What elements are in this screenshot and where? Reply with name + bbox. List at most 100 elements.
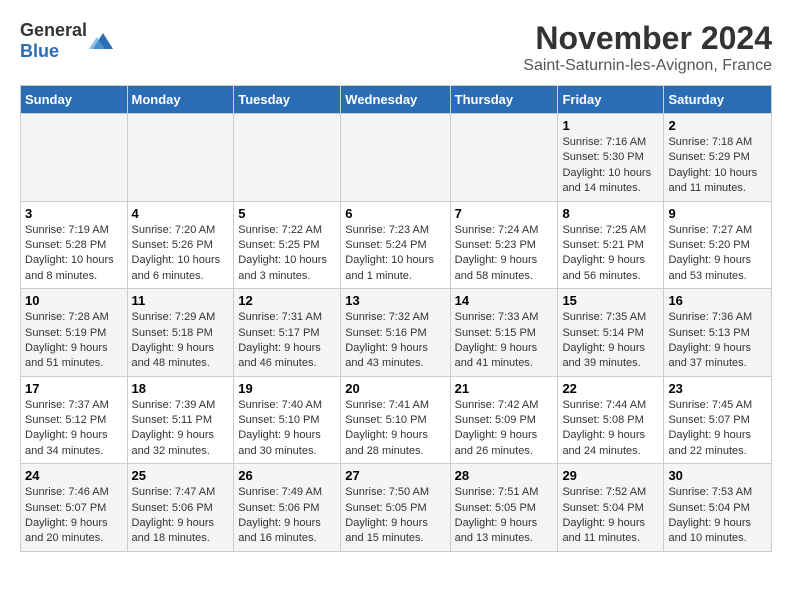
day-number: 7 xyxy=(455,206,554,221)
location-title: Saint-Saturnin-les-Avignon, France xyxy=(523,57,772,75)
day-info: Sunrise: 7:27 AM Sunset: 5:20 PM Dayligh… xyxy=(668,223,767,285)
weekday-header: Wednesday xyxy=(341,86,450,114)
weekday-header-row: SundayMondayTuesdayWednesdayThursdayFrid… xyxy=(21,86,772,114)
day-info: Sunrise: 7:23 AM Sunset: 5:24 PM Dayligh… xyxy=(345,223,445,285)
calendar-day-cell: 5Sunrise: 7:22 AM Sunset: 5:25 PM Daylig… xyxy=(234,201,341,289)
day-info: Sunrise: 7:53 AM Sunset: 5:04 PM Dayligh… xyxy=(668,485,767,547)
day-info: Sunrise: 7:41 AM Sunset: 5:10 PM Dayligh… xyxy=(345,398,445,460)
calendar-day-cell: 12Sunrise: 7:31 AM Sunset: 5:17 PM Dayli… xyxy=(234,289,341,377)
day-number: 18 xyxy=(132,381,230,396)
calendar-week-row: 17 Sunrise: 7:37 AM Sunset: 5:12 PM Dayli… xyxy=(21,376,772,464)
day-number: 22 xyxy=(562,381,659,396)
day-info: Sunrise: 7:18 AM Sunset: 5:29 PM Dayligh… xyxy=(668,135,767,197)
month-title: November 2024 xyxy=(523,20,772,57)
day-number: 16 xyxy=(668,293,767,308)
calendar-day-cell: 8 Sunrise: 7:25 AM Sunset: 5:21 PM Daylig… xyxy=(558,201,664,289)
day-number: 20 xyxy=(345,381,445,396)
calendar-day-cell: 18 Sunrise: 7:39 AM Sunset: 5:11 PM Dayli… xyxy=(127,376,234,464)
weekday-header: Tuesday xyxy=(234,86,341,114)
day-number: 9 xyxy=(668,206,767,221)
day-info: Sunrise: 7:39 AM Sunset: 5:11 PM Dayligh… xyxy=(132,398,230,460)
day-number: 1 xyxy=(562,118,659,133)
calendar-day-cell: 28 Sunrise: 7:51 AM Sunset: 5:05 PM Dayli… xyxy=(450,464,558,552)
logo-icon xyxy=(89,29,113,53)
day-info: Sunrise: 7:36 AM Sunset: 5:13 PM Dayligh… xyxy=(668,310,767,372)
day-info: Sunrise: 7:19 AM Sunset: 5:28 PM Dayligh… xyxy=(25,223,123,285)
calendar-day-cell: 24 Sunrise: 7:46 AM Sunset: 5:07 PM Dayli… xyxy=(21,464,128,552)
calendar-day-cell: 10 Sunrise: 7:28 AM Sunset: 5:19 PM Dayli… xyxy=(21,289,128,377)
day-number: 27 xyxy=(345,468,445,483)
day-number: 19 xyxy=(238,381,336,396)
day-info: Sunrise: 7:16 AM Sunset: 5:30 PM Dayligh… xyxy=(562,135,659,197)
day-info: Sunrise: 7:52 AM Sunset: 5:04 PM Dayligh… xyxy=(562,485,659,547)
day-info: Sunrise: 7:28 AM Sunset: 5:19 PM Dayligh… xyxy=(25,310,123,372)
weekday-header: Friday xyxy=(558,86,664,114)
calendar-day-cell: 4 Sunrise: 7:20 AM Sunset: 5:26 PM Daylig… xyxy=(127,201,234,289)
calendar-day-cell: 7 Sunrise: 7:24 AM Sunset: 5:23 PM Daylig… xyxy=(450,201,558,289)
day-number: 6 xyxy=(345,206,445,221)
calendar-day-cell: 20 Sunrise: 7:41 AM Sunset: 5:10 PM Dayli… xyxy=(341,376,450,464)
calendar-day-cell: 3Sunrise: 7:19 AM Sunset: 5:28 PM Daylig… xyxy=(21,201,128,289)
day-number: 15 xyxy=(562,293,659,308)
day-info: Sunrise: 7:40 AM Sunset: 5:10 PM Dayligh… xyxy=(238,398,336,460)
day-number: 29 xyxy=(562,468,659,483)
calendar-day-cell: 19 Sunrise: 7:40 AM Sunset: 5:10 PM Dayli… xyxy=(234,376,341,464)
calendar-day-cell xyxy=(21,114,128,202)
day-info: Sunrise: 7:45 AM Sunset: 5:07 PM Dayligh… xyxy=(668,398,767,460)
day-number: 14 xyxy=(455,293,554,308)
day-info: Sunrise: 7:46 AM Sunset: 5:07 PM Dayligh… xyxy=(25,485,123,547)
weekday-header: Monday xyxy=(127,86,234,114)
day-info: Sunrise: 7:29 AM Sunset: 5:18 PM Dayligh… xyxy=(132,310,230,372)
day-info: Sunrise: 7:32 AM Sunset: 5:16 PM Dayligh… xyxy=(345,310,445,372)
day-number: 21 xyxy=(455,381,554,396)
calendar-day-cell: 2 Sunrise: 7:18 AM Sunset: 5:29 PM Daylig… xyxy=(664,114,772,202)
calendar-table: SundayMondayTuesdayWednesdayThursdayFrid… xyxy=(20,85,772,552)
day-info: Sunrise: 7:50 AM Sunset: 5:05 PM Dayligh… xyxy=(345,485,445,547)
day-number: 30 xyxy=(668,468,767,483)
weekday-header: Thursday xyxy=(450,86,558,114)
day-number: 10 xyxy=(25,293,123,308)
day-number: 28 xyxy=(455,468,554,483)
calendar-week-row: 1 Sunrise: 7:16 AM Sunset: 5:30 PM Daylig… xyxy=(21,114,772,202)
calendar-week-row: 10 Sunrise: 7:28 AM Sunset: 5:19 PM Dayli… xyxy=(21,289,772,377)
weekday-header: Saturday xyxy=(664,86,772,114)
calendar-day-cell xyxy=(127,114,234,202)
calendar-day-cell: 9 Sunrise: 7:27 AM Sunset: 5:20 PM Daylig… xyxy=(664,201,772,289)
day-number: 8 xyxy=(562,206,659,221)
day-info: Sunrise: 7:49 AM Sunset: 5:06 PM Dayligh… xyxy=(238,485,336,547)
calendar-day-cell: 1 Sunrise: 7:16 AM Sunset: 5:30 PM Daylig… xyxy=(558,114,664,202)
day-info: Sunrise: 7:24 AM Sunset: 5:23 PM Dayligh… xyxy=(455,223,554,285)
calendar-day-cell xyxy=(341,114,450,202)
day-number: 11 xyxy=(132,293,230,308)
weekday-header: Sunday xyxy=(21,86,128,114)
day-number: 25 xyxy=(132,468,230,483)
header: General Blue November 2024 Saint-Saturni… xyxy=(20,20,772,75)
day-info: Sunrise: 7:37 AM Sunset: 5:12 PM Dayligh… xyxy=(25,398,123,460)
calendar-day-cell: 15Sunrise: 7:35 AM Sunset: 5:14 PM Dayli… xyxy=(558,289,664,377)
logo: General Blue xyxy=(20,20,113,62)
day-number: 4 xyxy=(132,206,230,221)
calendar-week-row: 3Sunrise: 7:19 AM Sunset: 5:28 PM Daylig… xyxy=(21,201,772,289)
calendar-day-cell: 27 Sunrise: 7:50 AM Sunset: 5:05 PM Dayli… xyxy=(341,464,450,552)
day-info: Sunrise: 7:33 AM Sunset: 5:15 PM Dayligh… xyxy=(455,310,554,372)
day-info: Sunrise: 7:47 AM Sunset: 5:06 PM Dayligh… xyxy=(132,485,230,547)
day-info: Sunrise: 7:25 AM Sunset: 5:21 PM Dayligh… xyxy=(562,223,659,285)
day-info: Sunrise: 7:20 AM Sunset: 5:26 PM Dayligh… xyxy=(132,223,230,285)
calendar-week-row: 24 Sunrise: 7:46 AM Sunset: 5:07 PM Dayli… xyxy=(21,464,772,552)
calendar-day-cell xyxy=(450,114,558,202)
day-number: 17 xyxy=(25,381,123,396)
day-info: Sunrise: 7:42 AM Sunset: 5:09 PM Dayligh… xyxy=(455,398,554,460)
day-number: 2 xyxy=(668,118,767,133)
calendar-day-cell: 30 Sunrise: 7:53 AM Sunset: 5:04 PM Dayli… xyxy=(664,464,772,552)
day-number: 5 xyxy=(238,206,336,221)
day-info: Sunrise: 7:51 AM Sunset: 5:05 PM Dayligh… xyxy=(455,485,554,547)
calendar-day-cell: 23 Sunrise: 7:45 AM Sunset: 5:07 PM Dayli… xyxy=(664,376,772,464)
calendar-day-cell: 29 Sunrise: 7:52 AM Sunset: 5:04 PM Dayli… xyxy=(558,464,664,552)
logo-blue: Blue xyxy=(20,41,59,61)
day-number: 24 xyxy=(25,468,123,483)
day-info: Sunrise: 7:44 AM Sunset: 5:08 PM Dayligh… xyxy=(562,398,659,460)
day-number: 23 xyxy=(668,381,767,396)
calendar-day-cell: 21 Sunrise: 7:42 AM Sunset: 5:09 PM Dayli… xyxy=(450,376,558,464)
calendar-day-cell xyxy=(234,114,341,202)
calendar-day-cell: 6 Sunrise: 7:23 AM Sunset: 5:24 PM Daylig… xyxy=(341,201,450,289)
